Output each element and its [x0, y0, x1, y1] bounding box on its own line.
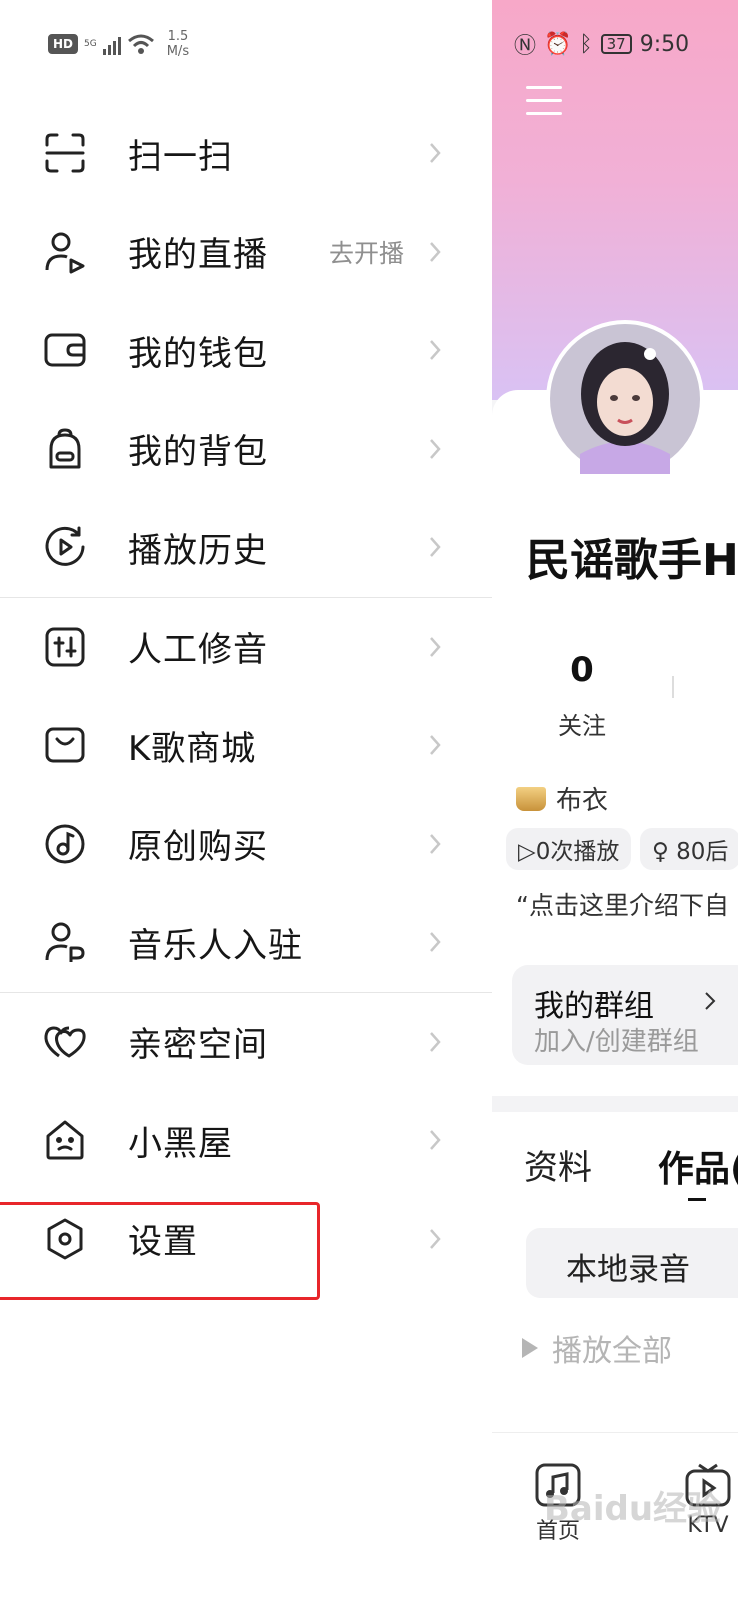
- live-icon: [43, 230, 87, 274]
- menu-label: K歌商城: [128, 728, 257, 769]
- tuning-icon: [43, 625, 87, 669]
- battery-indicator: 37: [600, 34, 632, 54]
- shop-bag-icon: [43, 723, 87, 767]
- play-icon: [522, 1338, 538, 1358]
- go-live-link[interactable]: 去开播: [329, 234, 404, 270]
- alarm-icon: ⏰: [544, 31, 572, 57]
- chevron-right-icon: [430, 735, 441, 756]
- speed-value: 1.5: [167, 29, 189, 44]
- network-type: 5G: [84, 39, 97, 49]
- hd-badge: HD: [48, 34, 79, 54]
- menu-icon[interactable]: [526, 86, 562, 125]
- menu-label: 小黑屋: [128, 1123, 233, 1164]
- chevron-right-icon: [430, 833, 441, 854]
- rank-label: 布衣: [556, 786, 609, 816]
- chevron-right-icon: [430, 932, 441, 953]
- drawer-menu: 扫一扫 我的直播 去开播 我的钱包 我的背包 播放历史 人工修音 K歌商城 原创…: [0, 104, 492, 1288]
- house-face-icon: [43, 1118, 87, 1162]
- rank-badge[interactable]: 布衣: [516, 780, 608, 817]
- chevron-right-icon: [430, 143, 441, 164]
- menu-item-intimate-space[interactable]: 亲密空间: [0, 993, 492, 1092]
- group-subtitle: 加入/创建群组: [534, 1027, 699, 1057]
- section-separator: [492, 1096, 738, 1112]
- bottom-nav: 首页 KTV Baidu经验: [492, 1432, 738, 1600]
- signal-icon: [102, 33, 121, 55]
- watermark: Baidu经验: [544, 1489, 722, 1529]
- avatar[interactable]: [546, 320, 704, 478]
- bluetooth-icon: ᛒ: [579, 31, 593, 57]
- menu-label: 人工修音: [128, 630, 268, 671]
- menu-item-shop[interactable]: K歌商城: [0, 696, 492, 795]
- rank-icon: [516, 786, 546, 811]
- musician-icon: [43, 920, 87, 964]
- menu-label: 音乐人入驻: [128, 925, 303, 966]
- chevron-right-icon: [430, 537, 441, 558]
- nfc-icon: Ⓝ: [514, 34, 537, 59]
- play-all-button[interactable]: 播放全部: [522, 1326, 672, 1370]
- local-record-button[interactable]: 本地录音: [526, 1228, 738, 1298]
- tab-works[interactable]: 作品(: [658, 1140, 738, 1192]
- follow-label[interactable]: 关注: [542, 706, 622, 741]
- status-bar-right: Ⓝ ⏰ ᛒ 37 9:50: [514, 28, 689, 60]
- menu-label: 亲密空间: [128, 1025, 268, 1066]
- menu-item-scan[interactable]: 扫一扫: [0, 104, 492, 203]
- play-all-label: 播放全部: [552, 1334, 672, 1369]
- chevron-right-icon: [705, 992, 716, 1010]
- speed-unit: M/s: [166, 44, 190, 59]
- menu-item-blacklist[interactable]: 小黑屋: [0, 1091, 492, 1190]
- menu-label: 我的直播: [128, 235, 268, 276]
- hearts-icon: [43, 1020, 87, 1064]
- settings-highlight-box: [0, 1202, 320, 1300]
- follow-count[interactable]: 0: [554, 650, 610, 690]
- backpack-icon: [43, 427, 87, 471]
- status-bar-left: HD 5G 1.5 M/s: [48, 26, 189, 62]
- group-title: 我的群组: [534, 989, 654, 1024]
- chevron-right-icon: [430, 1031, 441, 1052]
- menu-item-tuning[interactable]: 人工修音: [0, 598, 492, 697]
- side-drawer: HD 5G 1.5 M/s 扫一扫 我的直播 去开播 我的钱包 我的背包 播放历…: [0, 0, 492, 1600]
- chevron-right-icon: [430, 1130, 441, 1151]
- tab-info[interactable]: 资料: [524, 1140, 592, 1189]
- wallet-icon: [43, 328, 87, 372]
- age-chip[interactable]: ♀ 80后: [640, 828, 738, 870]
- profile-panel: Ⓝ ⏰ ᛒ 37 9:50 民谣歌手H 0 关注 布衣 ▷0次播放 ♀ 80后 …: [492, 0, 738, 1600]
- menu-item-backpack[interactable]: 我的背包: [0, 400, 492, 499]
- profile-intro[interactable]: “点击这里介绍下自: [516, 886, 729, 922]
- chevron-right-icon: [430, 241, 441, 262]
- menu-item-original[interactable]: 原创购买: [0, 795, 492, 894]
- plays-chip[interactable]: ▷0次播放: [506, 828, 632, 870]
- my-group-card[interactable]: 我的群组 加入/创建群组: [512, 965, 738, 1065]
- menu-item-live[interactable]: 我的直播 去开播: [0, 203, 492, 302]
- menu-label: 我的背包: [128, 432, 268, 473]
- clock: 9:50: [639, 31, 690, 57]
- music-disc-icon: [43, 822, 87, 866]
- chevron-right-icon: [430, 438, 441, 459]
- local-record-label: 本地录音: [566, 1252, 690, 1288]
- wifi-icon: [127, 34, 154, 54]
- menu-item-wallet[interactable]: 我的钱包: [0, 301, 492, 400]
- stat-divider: [672, 676, 674, 698]
- network-speed: 1.5 M/s: [167, 29, 189, 59]
- scan-icon: [43, 131, 87, 175]
- chevron-right-icon: [430, 636, 441, 657]
- history-icon: [43, 525, 87, 569]
- menu-label: 我的钱包: [128, 333, 268, 374]
- chevron-right-icon: [430, 340, 441, 361]
- menu-item-history[interactable]: 播放历史: [0, 498, 492, 597]
- menu-label: 扫一扫: [128, 136, 233, 177]
- menu-item-musician[interactable]: 音乐人入驻: [0, 893, 492, 992]
- menu-label: 播放历史: [128, 530, 268, 571]
- profile-name: 民谣歌手H: [526, 535, 738, 586]
- chevron-right-icon: [430, 1228, 441, 1249]
- menu-label: 原创购买: [128, 827, 268, 868]
- tab-indicator: [688, 1198, 706, 1201]
